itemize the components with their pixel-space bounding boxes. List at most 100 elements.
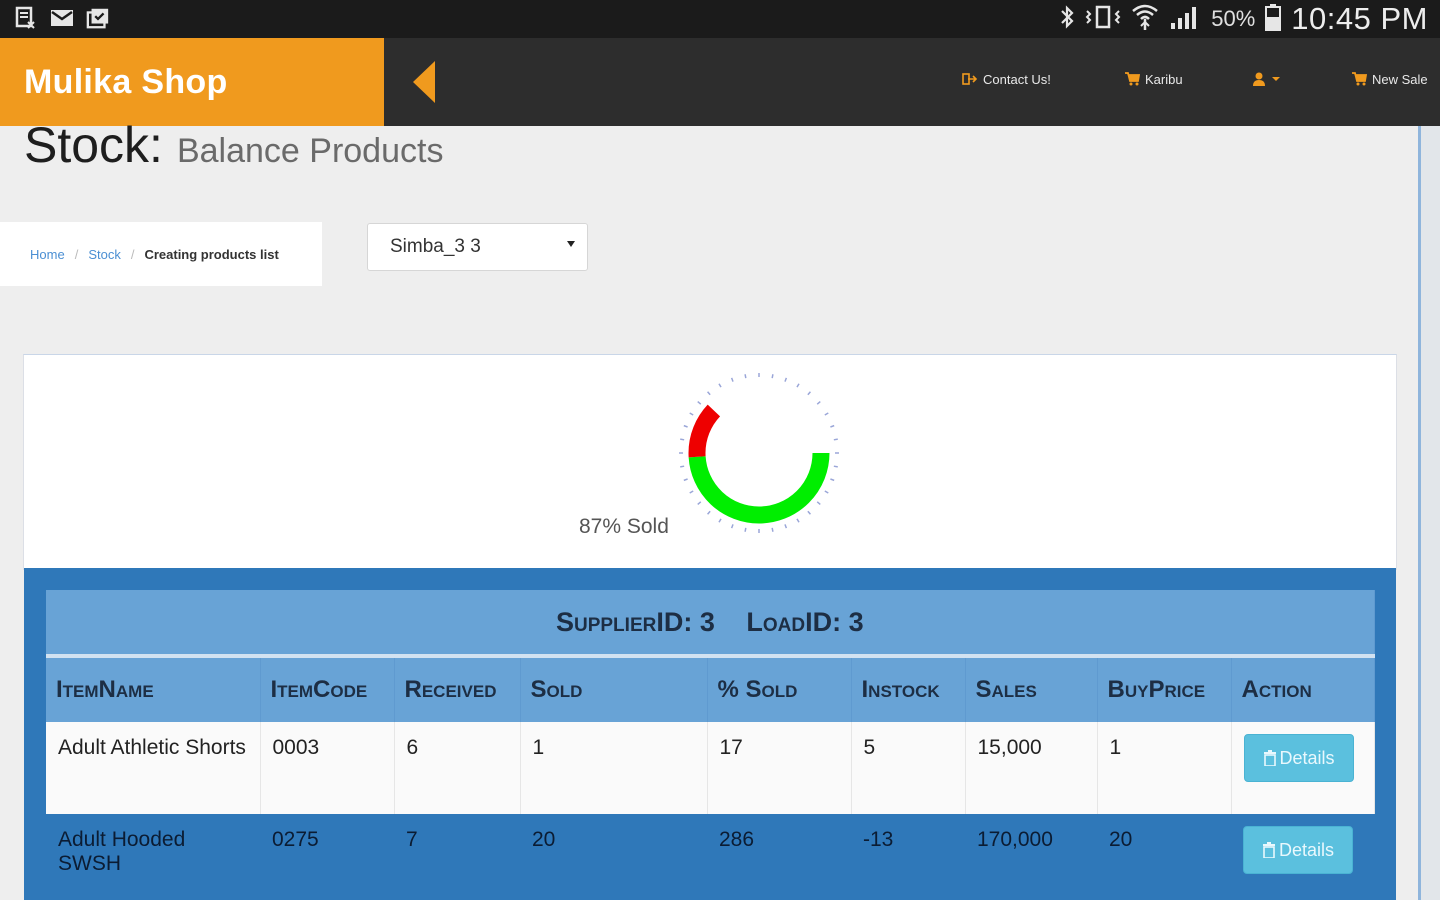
breadcrumb-home[interactable]: Home bbox=[30, 247, 65, 262]
trash-icon bbox=[1263, 842, 1275, 858]
battery-icon bbox=[1265, 3, 1282, 36]
cell-sales: 15,000 bbox=[965, 722, 1098, 814]
nav-new-sale[interactable]: New Sale bbox=[1351, 66, 1428, 92]
details-button[interactable]: Details bbox=[1243, 826, 1354, 874]
cell-item-name: Adult Hooded SWSH bbox=[46, 814, 260, 900]
details-button[interactable]: Details bbox=[1243, 734, 1354, 782]
cart-icon bbox=[1352, 72, 1367, 86]
donut-tick bbox=[683, 424, 688, 428]
stock-table: SupplierID: 3 LoadID: 3 ItemName ItemCod… bbox=[46, 590, 1375, 900]
cell-item-name: Adult Athletic Shorts bbox=[46, 722, 261, 814]
cart-icon bbox=[1125, 72, 1140, 86]
status-right-icons: 50% 10:45 PM bbox=[1059, 1, 1428, 36]
vibrate-icon bbox=[1085, 5, 1121, 34]
caret-left-icon bbox=[413, 61, 435, 103]
donut-tick bbox=[730, 377, 734, 382]
donut-tick bbox=[744, 527, 747, 532]
breadcrumb-stock[interactable]: Stock bbox=[88, 247, 121, 262]
col-header[interactable]: Received bbox=[394, 656, 521, 722]
cell-sold: 1 bbox=[520, 722, 708, 814]
nav-karibu[interactable]: Karibu bbox=[1124, 66, 1183, 92]
storage-icon bbox=[14, 6, 38, 30]
col-header[interactable]: Sold bbox=[520, 656, 708, 722]
col-header[interactable]: % Sold bbox=[707, 656, 852, 722]
donut-tick bbox=[771, 374, 774, 379]
app-header: Mulika Shop Contact Us! Karibu New Sale bbox=[0, 38, 1440, 126]
details-label: Details bbox=[1279, 747, 1335, 768]
donut-tick bbox=[807, 510, 811, 515]
page-title: Stock: bbox=[24, 117, 163, 173]
signal-icon bbox=[1169, 4, 1201, 35]
brand[interactable]: Mulika Shop bbox=[0, 38, 384, 126]
cell-pct-sold: 17 bbox=[707, 722, 852, 814]
donut-tick bbox=[730, 524, 734, 529]
battery-percent: 50% bbox=[1211, 6, 1256, 31]
donut-tick bbox=[833, 438, 838, 441]
caret-down-icon bbox=[567, 241, 575, 247]
cell-action: Details bbox=[1231, 814, 1375, 900]
table-row: Adult Athletic Shorts 0003 6 1 17 5 15,0… bbox=[46, 722, 1375, 814]
nav-new-sale-label: New Sale bbox=[1372, 71, 1428, 87]
donut-tick bbox=[697, 401, 702, 405]
page-subtitle: Balance Products bbox=[176, 132, 444, 170]
donut-tick bbox=[680, 465, 685, 468]
cell-pct-sold: 286 bbox=[707, 814, 851, 900]
table-row: Adult Hooded SWSH 0275 7 20 286 -13 170,… bbox=[46, 814, 1375, 900]
caret-down-icon bbox=[1272, 77, 1280, 81]
table-caption: SupplierID: 3 LoadID: 3 bbox=[46, 590, 1375, 658]
donut-tick bbox=[689, 490, 694, 494]
donut-label: 87% Sold bbox=[579, 515, 669, 538]
col-header[interactable]: Instock bbox=[851, 656, 966, 722]
trash-icon bbox=[1263, 750, 1276, 766]
donut-tick bbox=[718, 518, 722, 523]
status-bar: 50% 10:45 PM bbox=[0, 0, 1440, 38]
scrollbar[interactable] bbox=[1418, 126, 1440, 900]
cell-action: Details bbox=[1231, 722, 1375, 814]
donut-tick bbox=[796, 383, 800, 388]
supplier-id: SupplierID: 3 bbox=[555, 606, 715, 637]
donut-tick bbox=[718, 383, 722, 388]
breadcrumb-separator: / bbox=[74, 246, 79, 262]
sold-donut-chart bbox=[679, 373, 839, 533]
nav-contact-us[interactable]: Contact Us! bbox=[962, 66, 1051, 92]
sign-out-icon bbox=[962, 73, 978, 85]
col-header[interactable]: ItemName bbox=[46, 656, 261, 722]
brand-name: Mulika Shop bbox=[24, 62, 228, 101]
cell-instock: -13 bbox=[851, 814, 965, 900]
col-header[interactable]: ItemCode bbox=[260, 656, 395, 722]
user-icon bbox=[1253, 72, 1265, 86]
donut-tick bbox=[824, 412, 829, 416]
donut-tick bbox=[830, 478, 835, 482]
status-left-icons bbox=[14, 6, 110, 30]
cell-buy-price: 20 bbox=[1097, 814, 1231, 900]
bluetooth-icon bbox=[1059, 4, 1075, 35]
cell-sales: 170,000 bbox=[965, 814, 1097, 900]
load-select[interactable]: Simba_3 3 bbox=[367, 223, 588, 271]
col-header[interactable]: BuyPrice bbox=[1097, 656, 1232, 722]
wifi-icon bbox=[1131, 3, 1159, 36]
donut-tick bbox=[680, 438, 685, 441]
table-panel: SupplierID: 3 LoadID: 3 ItemName ItemCod… bbox=[24, 568, 1396, 900]
chart-panel: 87% Sold bbox=[23, 354, 1397, 570]
load-id: LoadID: 3 bbox=[746, 606, 864, 637]
col-header[interactable]: Sales bbox=[965, 656, 1098, 722]
cell-item-code: 0275 bbox=[260, 814, 394, 900]
donut-tick bbox=[771, 527, 774, 532]
breadcrumb-current: Creating products list bbox=[144, 246, 279, 262]
sidebar-toggle-button[interactable] bbox=[404, 61, 444, 103]
breadcrumb: Home / Stock / Creating products list bbox=[0, 222, 322, 286]
donut-tick bbox=[824, 490, 829, 494]
donut-tick bbox=[796, 518, 800, 523]
breadcrumb-separator: / bbox=[130, 246, 135, 262]
page-heading: Stock: Balance Products bbox=[24, 116, 443, 174]
user-menu[interactable] bbox=[1252, 66, 1281, 92]
load-select-value: Simba_3 3 bbox=[390, 236, 481, 257]
table-header-row: ItemName ItemCode Received Sold % Sold I… bbox=[46, 656, 1375, 722]
donut-tick bbox=[707, 510, 711, 515]
table-caption-row: SupplierID: 3 LoadID: 3 bbox=[46, 590, 1375, 658]
clock: 10:45 PM bbox=[1291, 1, 1428, 36]
cell-received: 6 bbox=[394, 722, 521, 814]
clipboard-icon bbox=[86, 6, 110, 30]
donut-tick bbox=[784, 377, 788, 382]
donut-tick bbox=[697, 501, 702, 505]
